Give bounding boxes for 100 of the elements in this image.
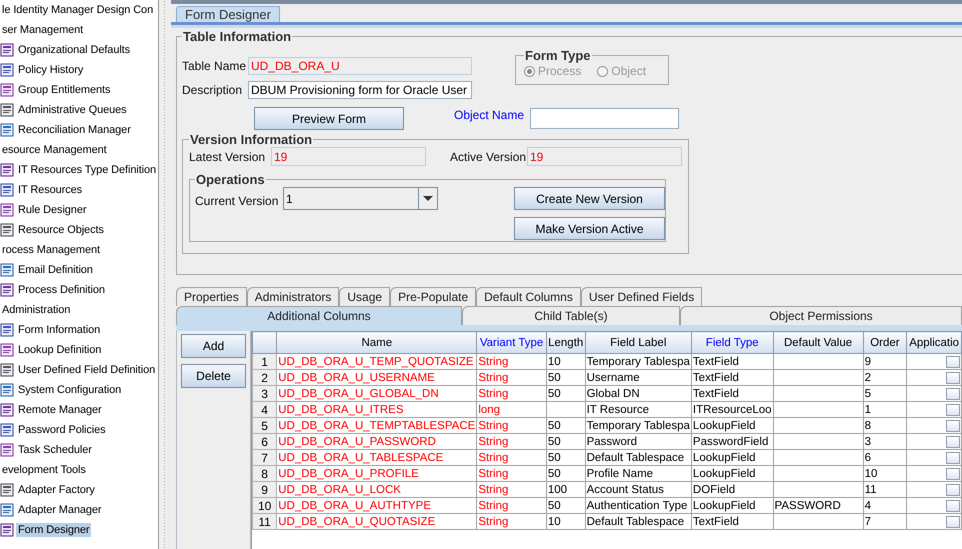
table-cell: 2 — [863, 370, 907, 386]
table-cell: LookupField — [691, 498, 774, 514]
tree-item[interactable]: User Defined Field Definition — [16, 363, 158, 377]
table-cell: Default Tablespace — [585, 514, 692, 530]
document-icon — [0, 63, 14, 77]
panel-title: Table Information — [182, 29, 292, 44]
tree-group[interactable]: ser Management — [0, 23, 86, 37]
tab[interactable]: Child Table(s) — [462, 306, 680, 325]
table-action-button[interactable]: Add — [181, 334, 246, 358]
cell-button[interactable] — [946, 372, 960, 384]
table-action-button[interactable]: Delete — [181, 364, 246, 388]
column-header[interactable]: Applicatio — [906, 332, 962, 354]
tree-item[interactable]: Administrative Queues — [16, 103, 129, 117]
object-name-field[interactable] — [530, 108, 679, 129]
tree-item[interactable]: Password Policies — [16, 423, 108, 437]
tree-item[interactable]: Remote Manager — [16, 403, 104, 417]
table-cell: String — [476, 482, 546, 498]
document-icon — [0, 283, 14, 297]
row-number: 10 — [252, 498, 277, 514]
tree-item[interactable]: Form Information — [16, 323, 102, 337]
tab[interactable]: User Defined Fields — [580, 287, 702, 306]
cell-button[interactable] — [946, 452, 960, 464]
cell-button[interactable] — [946, 468, 960, 480]
tree-item[interactable]: Task Scheduler — [16, 443, 94, 457]
tree-item[interactable]: System Configuration — [16, 383, 124, 397]
tree-item[interactable]: Rule Designer — [16, 203, 88, 217]
cell-button[interactable] — [946, 516, 960, 528]
tree-item[interactable]: Email Definition — [16, 263, 95, 277]
cell-button[interactable] — [946, 356, 960, 368]
tab[interactable]: Default Columns — [476, 287, 581, 306]
column-header[interactable]: Length — [546, 332, 586, 354]
cell-button[interactable] — [946, 420, 960, 432]
tab[interactable]: Usage — [339, 287, 390, 306]
column-header[interactable]: Field Label — [585, 332, 692, 354]
row-number: 6 — [252, 434, 277, 450]
panel-title: Operations — [195, 172, 266, 187]
cell-button[interactable] — [946, 404, 960, 416]
row-number: 2 — [252, 370, 277, 386]
version-button[interactable]: Create New Version — [514, 187, 665, 210]
table-cell: ITResourceLoo — [691, 402, 774, 418]
tab[interactable]: Administrators — [246, 287, 340, 306]
table-cell: UD_DB_ORA_U_AUTHTYPE — [276, 498, 477, 514]
current-version-dropdown[interactable]: 1 — [283, 187, 438, 210]
tab[interactable]: Properties — [176, 287, 247, 306]
table-cell: 11 — [863, 482, 907, 498]
table-cell: 8 — [863, 418, 907, 434]
column-header[interactable]: Order — [863, 332, 907, 354]
window-tab[interactable]: Form Designer — [176, 6, 280, 22]
group-title: Form Type — [524, 48, 592, 63]
cell-button[interactable] — [946, 500, 960, 512]
tree-root[interactable]: le Identity Manager Design Con — [0, 3, 156, 17]
tree-group[interactable]: rocess Management — [0, 243, 102, 257]
tree-item[interactable]: Process Definition — [16, 283, 107, 297]
document-icon — [0, 163, 14, 177]
tree-item[interactable]: Resource Objects — [16, 223, 106, 237]
tree-group[interactable]: evelopment Tools — [0, 463, 88, 477]
table-cell: LookupField — [691, 450, 774, 466]
table-cell: Authentication Type — [585, 498, 692, 514]
table-cell: 4 — [863, 498, 907, 514]
document-icon — [0, 263, 14, 277]
field-label: Object Name — [454, 108, 526, 122]
tab[interactable]: Pre-Populate — [390, 287, 476, 306]
tree-item[interactable]: IT Resources Type Definition — [16, 163, 158, 177]
tree-group[interactable]: Administration — [0, 303, 72, 317]
cell-button[interactable] — [946, 388, 960, 400]
table-cell: String — [476, 354, 546, 370]
table-cell: UD_DB_ORA_U_TEMP_QUOTASIZE — [276, 354, 477, 370]
column-header[interactable]: Field Type — [691, 332, 774, 354]
preview-form-button[interactable]: Preview Form — [254, 107, 404, 130]
column-header[interactable]: Variant Type — [476, 332, 546, 354]
tree-item[interactable]: Lookup Definition — [16, 343, 104, 357]
tree-group[interactable]: esource Management — [0, 143, 109, 157]
version-button[interactable]: Make Version Active — [514, 217, 665, 240]
tree-item[interactable]: Adapter Manager — [16, 503, 104, 517]
description-field[interactable]: DBUM Provisioning form for Oracle User — [248, 81, 472, 99]
table-cell: 5 — [863, 386, 907, 402]
cell-button[interactable] — [946, 436, 960, 448]
table-cell: String — [476, 466, 546, 482]
document-icon — [0, 83, 14, 97]
table-cell: String — [476, 386, 546, 402]
table-cell: 7 — [863, 514, 907, 530]
table-cell: UD_DB_ORA_U_PASSWORD — [276, 434, 477, 450]
row-number: 5 — [252, 418, 277, 434]
tree-item[interactable]: Form Designer — [16, 523, 92, 537]
cell-button[interactable] — [946, 484, 960, 496]
tree-item[interactable]: Group Entitlements — [16, 83, 112, 97]
tree-item[interactable]: Reconciliation Manager — [16, 123, 133, 137]
column-header[interactable]: Name — [276, 332, 477, 354]
row-number: 7 — [252, 450, 277, 466]
tree-item[interactable]: IT Resources — [16, 183, 84, 197]
tab[interactable]: Object Permissions — [680, 306, 962, 325]
table-cell: 1 — [863, 402, 907, 418]
table-cell: UD_DB_ORA_U_GLOBAL_DN — [276, 386, 477, 402]
table-cell: Default Tablespace — [585, 450, 692, 466]
column-header[interactable]: Default Value — [773, 332, 864, 354]
tree-item[interactable]: Adapter Factory — [16, 483, 97, 497]
document-icon — [0, 103, 14, 117]
tab[interactable]: Additional Columns — [176, 306, 462, 325]
tree-item[interactable]: Organizational Defaults — [16, 43, 132, 57]
tree-item[interactable]: Policy History — [16, 63, 86, 77]
